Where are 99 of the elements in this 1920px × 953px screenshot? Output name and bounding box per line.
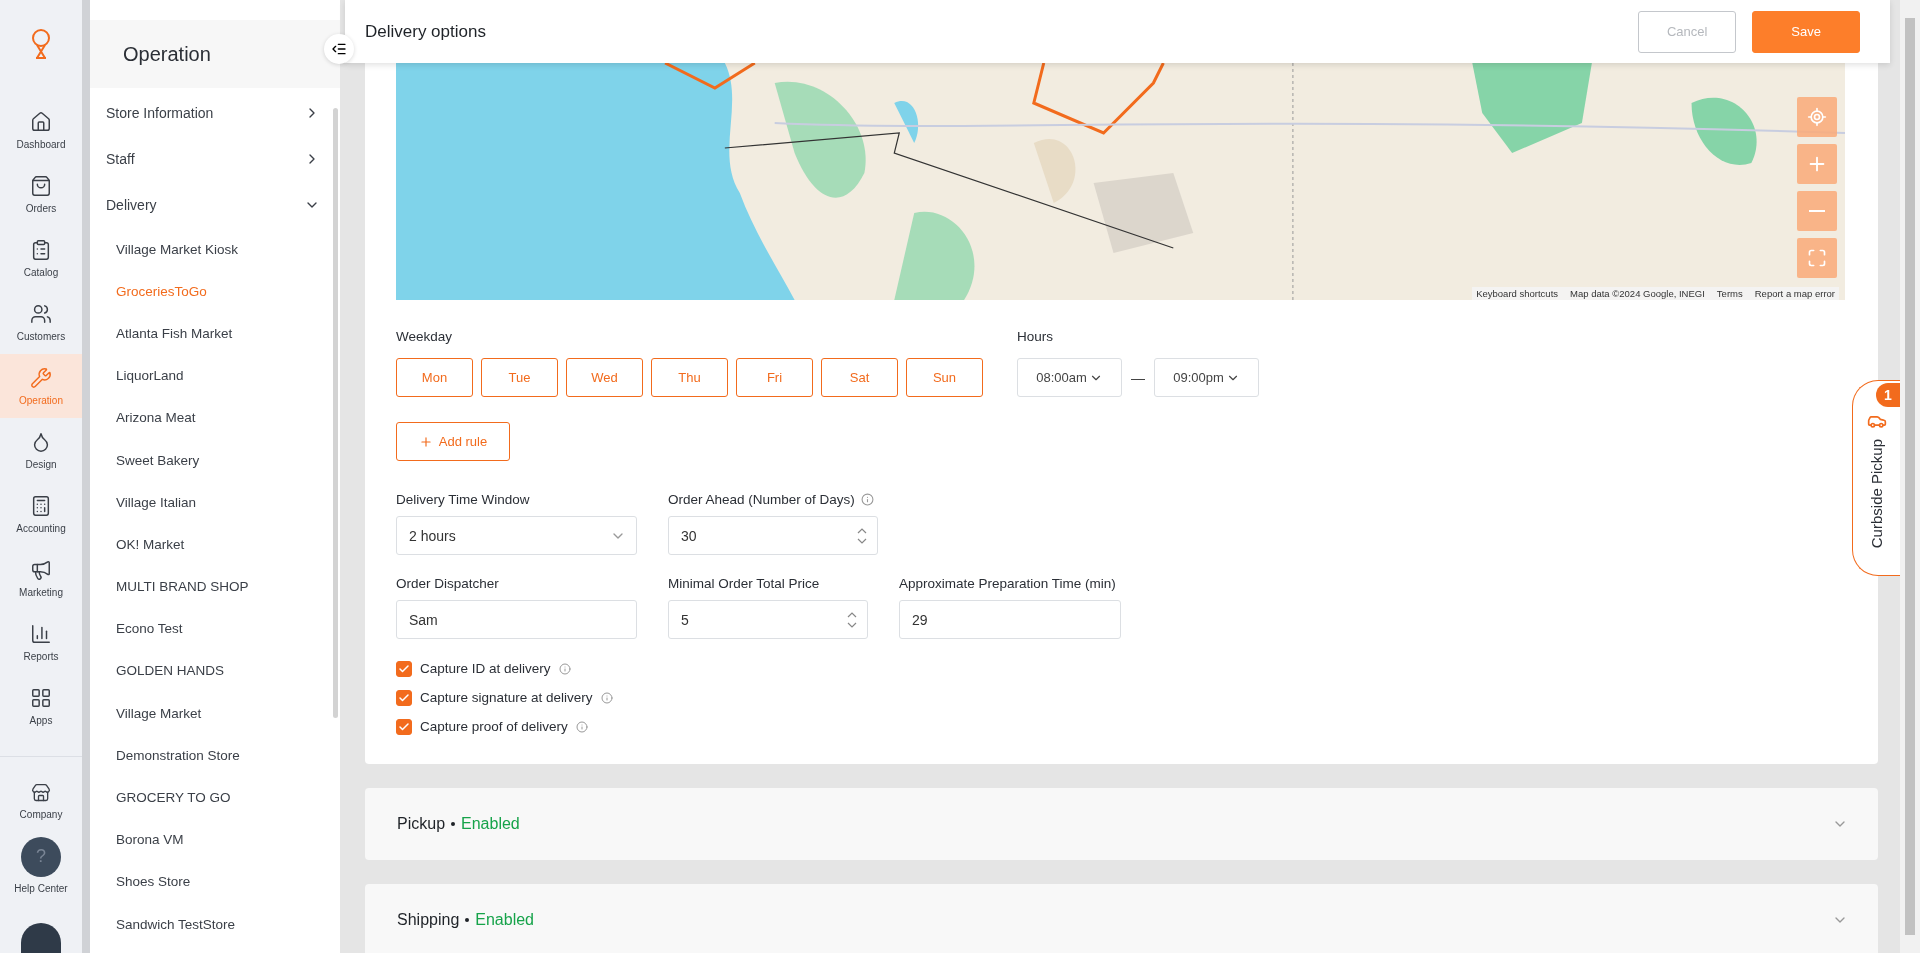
input-field[interactable]: 5 bbox=[668, 600, 868, 639]
sidebar-item[interactable]: Sandwich TestStore bbox=[90, 903, 340, 946]
bar-chart-icon bbox=[30, 622, 52, 645]
bullet-icon bbox=[465, 918, 470, 922]
nav-item[interactable]: Orders bbox=[0, 162, 82, 226]
status-text: Enabled bbox=[461, 815, 520, 833]
checkbox[interactable] bbox=[396, 689, 412, 706]
field-label: Delivery Time Window bbox=[396, 492, 530, 507]
weekday-label: Weekday bbox=[396, 328, 453, 345]
map-attribution-link[interactable]: Report a map error bbox=[1754, 288, 1835, 299]
map-attribution-link[interactable]: Keyboard shortcuts bbox=[1476, 288, 1559, 299]
scrollbar[interactable] bbox=[333, 108, 338, 718]
sidebar-item[interactable]: GOLDEN HANDS bbox=[90, 649, 340, 693]
sidebar-item[interactable]: Village Italian bbox=[90, 481, 340, 524]
sidebar-section[interactable]: Store Information bbox=[90, 90, 340, 136]
count-badge: 1 bbox=[1876, 383, 1900, 407]
scrollbar[interactable] bbox=[1900, 0, 1920, 953]
zoom-in-button[interactable] bbox=[1797, 144, 1837, 184]
nav-item[interactable]: ? Help Center bbox=[0, 833, 82, 897]
nav-item[interactable]: Accounting bbox=[0, 482, 82, 546]
nav-item[interactable]: Dashboard bbox=[0, 98, 82, 162]
nav-item[interactable]: Marketing bbox=[0, 546, 82, 610]
checkbox[interactable] bbox=[396, 660, 412, 677]
section-title: Shipping bbox=[397, 911, 460, 929]
input-field[interactable]: Sam bbox=[396, 600, 637, 639]
curbside-pickup-tab[interactable]: 1 Curbside Pickup bbox=[1852, 380, 1900, 576]
nav-item[interactable]: Customers bbox=[0, 290, 82, 354]
fullscreen-button[interactable] bbox=[1797, 238, 1837, 278]
section-panel[interactable]: Pickup Enabled bbox=[365, 788, 1878, 860]
sidebar-item[interactable]: Arizona Meat bbox=[90, 396, 340, 439]
check-icon bbox=[398, 662, 410, 675]
clipboard-icon bbox=[30, 238, 52, 261]
select-field[interactable]: 2 hours bbox=[396, 516, 637, 555]
checkbox-label: Capture signature at delivery bbox=[420, 690, 593, 705]
fullscreen-icon bbox=[1807, 248, 1827, 268]
map-attribution-link[interactable]: Terms bbox=[1716, 288, 1743, 299]
sidebar-item[interactable]: Econo Test bbox=[90, 607, 340, 650]
map-attribution-link[interactable]: Map data ©2024 Google, INEGI bbox=[1570, 288, 1705, 299]
field-label: Approximate Preparation Time (min) bbox=[899, 576, 1116, 591]
sidebar-item[interactable]: LiquorLand bbox=[90, 354, 340, 397]
locate-icon bbox=[1807, 107, 1827, 127]
check-icon bbox=[398, 691, 410, 704]
nav-item[interactable]: Reports bbox=[0, 610, 82, 674]
info-icon[interactable] bbox=[860, 493, 874, 506]
indent-icon bbox=[331, 41, 347, 57]
zoom-out-button[interactable] bbox=[1797, 191, 1837, 231]
nav-item[interactable]: Design bbox=[0, 418, 82, 482]
range-dash: — bbox=[1131, 369, 1145, 386]
sidebar-title: Operation bbox=[123, 42, 211, 66]
input-field[interactable]: 30 bbox=[668, 516, 878, 555]
checkbox-label: Capture proof of delivery bbox=[420, 719, 568, 734]
page-title: Delivery options bbox=[365, 21, 486, 42]
section-title: Pickup bbox=[397, 815, 446, 833]
scrollbar[interactable] bbox=[82, 0, 90, 953]
field-label: Order Dispatcher bbox=[396, 576, 499, 591]
grid-icon bbox=[30, 686, 52, 709]
sidebar-item[interactable]: Borona VM bbox=[90, 818, 340, 861]
input-field[interactable]: 29 bbox=[899, 600, 1121, 639]
nav-item[interactable]: Catalog bbox=[0, 226, 82, 290]
hours-label: Hours bbox=[1017, 328, 1053, 345]
megaphone-icon bbox=[30, 558, 52, 581]
minus-icon bbox=[1809, 210, 1825, 212]
info-icon[interactable] bbox=[575, 720, 588, 733]
nav-item[interactable]: Apps bbox=[0, 674, 82, 738]
help-icon: ? bbox=[21, 836, 61, 877]
info-icon[interactable] bbox=[558, 662, 571, 675]
sidebar-item[interactable]: Demonstration Store bbox=[90, 734, 340, 777]
status-text: Enabled bbox=[475, 911, 534, 929]
sidebar-item[interactable]: Village Market Kiosk bbox=[90, 228, 340, 271]
wrench-icon bbox=[30, 366, 52, 389]
sidebar-item[interactable]: OK! Market bbox=[90, 523, 340, 566]
nav-item[interactable]: Company bbox=[0, 769, 82, 833]
time-select[interactable]: 08:00am bbox=[1017, 358, 1122, 397]
plus-icon bbox=[418, 434, 433, 449]
sidebar-item[interactable]: GROCERY TO GO bbox=[90, 776, 340, 819]
bag-icon bbox=[30, 174, 52, 197]
sidebar-item[interactable]: MULTI BRAND SHOP bbox=[90, 565, 340, 608]
locate-button[interactable] bbox=[1797, 97, 1837, 137]
sidebar-section[interactable]: Staff bbox=[90, 136, 340, 182]
bullet-icon bbox=[451, 822, 456, 826]
home-icon bbox=[30, 110, 52, 133]
checkbox-label: Capture ID at delivery bbox=[420, 661, 551, 676]
field-label: Order Ahead (Number of Days) bbox=[668, 492, 855, 507]
store-icon bbox=[31, 782, 51, 803]
sidebar-item[interactable]: Shoes Store bbox=[90, 860, 340, 903]
sidebar-item[interactable]: Village Market bbox=[90, 692, 340, 735]
collapse-button[interactable] bbox=[324, 34, 354, 64]
field-label: Minimal Order Total Price bbox=[668, 576, 820, 591]
sidebar-item[interactable]: Sweet Bakery bbox=[90, 438, 340, 482]
users-icon bbox=[30, 302, 52, 325]
sidebar-item[interactable]: Atlanta Fish Market bbox=[90, 312, 340, 355]
time-select[interactable]: 09:00pm bbox=[1154, 358, 1259, 397]
section-panel[interactable]: Shipping Enabled bbox=[365, 884, 1878, 953]
check-icon bbox=[398, 720, 410, 733]
checkbox[interactable] bbox=[396, 718, 412, 735]
avatar[interactable] bbox=[21, 923, 61, 953]
calculator-icon bbox=[30, 494, 52, 517]
info-icon[interactable] bbox=[600, 691, 613, 704]
sidebar-section[interactable]: Delivery bbox=[90, 182, 340, 228]
